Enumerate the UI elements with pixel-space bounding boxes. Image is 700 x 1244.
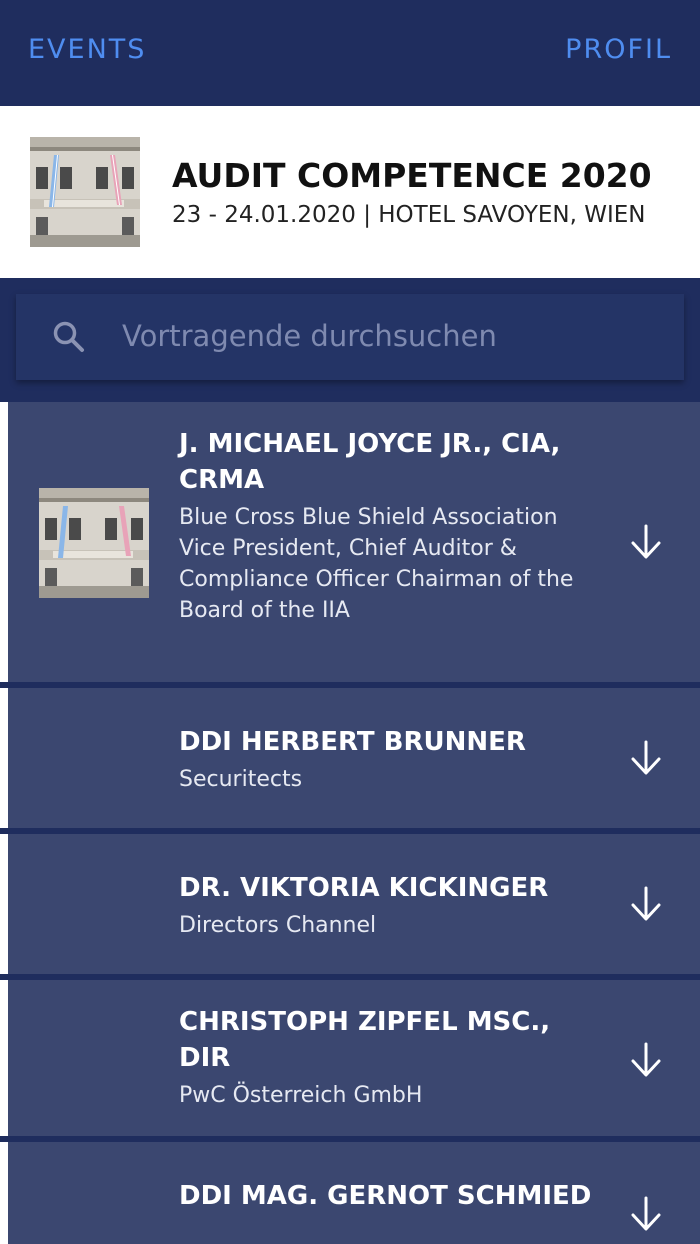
event-hotel-image bbox=[30, 137, 140, 247]
arrow-down-icon[interactable] bbox=[628, 1194, 664, 1234]
events-link[interactable]: EVENTS bbox=[28, 34, 146, 65]
speaker-organization: Securitects bbox=[179, 767, 303, 792]
search-section bbox=[0, 278, 700, 402]
event-header: AUDIT COMPETENCE 2020 23 - 24.01.2020 | … bbox=[0, 106, 700, 278]
arrow-down-icon[interactable] bbox=[628, 884, 664, 924]
speaker-photo bbox=[39, 488, 149, 598]
hotel-building-icon bbox=[30, 137, 140, 247]
speaker-name: DDI MAG. GERNOT SCHMIED bbox=[179, 1181, 592, 1211]
arrow-down-icon[interactable] bbox=[628, 522, 664, 562]
speaker-item[interactable]: DDI HERBERT BRUNNER Securitects bbox=[0, 688, 700, 828]
speaker-name: CHRISTOPH ZIPFEL MSC., DIR bbox=[179, 1007, 551, 1073]
speaker-item[interactable]: DDI MAG. GERNOT SCHMIED bbox=[0, 1142, 700, 1244]
speaker-name: J. MICHAEL JOYCE JR., CIA, CRMA bbox=[179, 429, 561, 495]
arrow-down-icon[interactable] bbox=[628, 738, 664, 778]
speaker-name: DDI HERBERT BRUNNER bbox=[179, 727, 526, 757]
top-navigation: EVENTS PROFIL bbox=[0, 0, 700, 106]
search-icon bbox=[53, 321, 84, 352]
speaker-item[interactable]: DR. VIKTORIA KICKINGER Directors Channel bbox=[0, 834, 700, 974]
speaker-list: J. MICHAEL JOYCE JR., CIA, CRMA Blue Cro… bbox=[0, 402, 700, 1244]
speaker-organization: Blue Cross Blue Shield Association Vice … bbox=[179, 505, 574, 623]
event-title: AUDIT COMPETENCE 2020 bbox=[172, 156, 652, 195]
speaker-organization: Directors Channel bbox=[179, 913, 377, 938]
profile-link[interactable]: PROFIL bbox=[565, 34, 672, 65]
search-input[interactable] bbox=[122, 314, 590, 358]
event-date-location: 23 - 24.01.2020 | HOTEL SAVOYEN, WIEN bbox=[172, 202, 646, 228]
speaker-organization: PwC Österreich GmbH bbox=[179, 1083, 423, 1108]
arrow-down-icon[interactable] bbox=[628, 1040, 664, 1080]
speaker-name: DR. VIKTORIA KICKINGER bbox=[179, 873, 549, 903]
speaker-item[interactable]: CHRISTOPH ZIPFEL MSC., DIR PwC Österreic… bbox=[0, 980, 700, 1136]
hotel-building-icon bbox=[39, 488, 149, 598]
search-bar[interactable] bbox=[16, 294, 684, 380]
speaker-item[interactable]: J. MICHAEL JOYCE JR., CIA, CRMA Blue Cro… bbox=[0, 402, 700, 682]
